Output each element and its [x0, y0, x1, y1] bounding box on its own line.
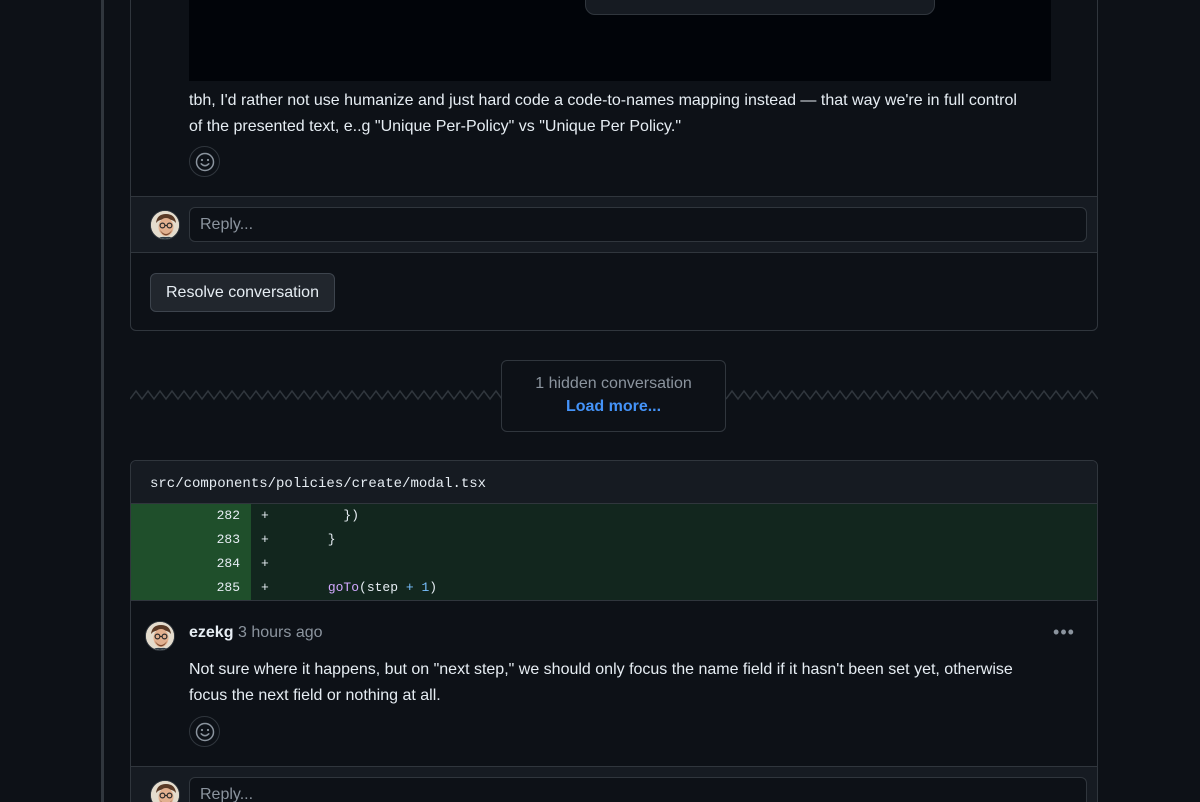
diff-line: 282 + }) [131, 504, 1097, 528]
comment-line: focus the next field or nothing at all. [189, 687, 441, 704]
code-function-token: goTo [327, 580, 360, 595]
author-avatar[interactable] [145, 621, 175, 651]
diff-line: 284 + [131, 552, 1097, 576]
diff-code: }) [281, 508, 360, 523]
diff-hunk: 282 + }) 283 + } 284 + 285 + goTo(step +… [131, 504, 1097, 600]
smiley-icon [195, 152, 214, 171]
comment-line: of the presented text, e..g "Unique Per-… [189, 118, 681, 135]
diff-line: 285 + goTo(step + 1) [131, 576, 1097, 600]
reply-input[interactable] [189, 207, 1087, 242]
screenshot-tooltip-box [585, 0, 935, 15]
zigzag-divider [726, 389, 1098, 401]
hidden-conversations-box: 1 hidden conversation Load more... [501, 360, 726, 432]
review-thread-2: src/components/policies/create/modal.tsx… [130, 460, 1098, 802]
diff-code: goTo(step + 1) [281, 576, 437, 600]
line-number[interactable]: 284 [131, 552, 251, 576]
user-avatar[interactable] [150, 210, 180, 240]
review-thread-1: tbh, I'd rather not use humanize and jus… [130, 0, 1098, 331]
file-path-header[interactable]: src/components/policies/create/modal.tsx [131, 461, 1097, 504]
diff-sign: + [261, 508, 269, 523]
code-token: ) [429, 580, 438, 595]
file-path[interactable]: src/components/policies/create/modal.tsx [150, 476, 486, 492]
hidden-count-label: 1 hidden conversation [535, 375, 692, 392]
diff-line: 283 + } [131, 528, 1097, 552]
hidden-conversations: 1 hidden conversation Load more... [130, 360, 1098, 432]
code-operator-token: + [405, 580, 414, 595]
comment-author[interactable]: ezekg [189, 624, 233, 642]
code-number-token: 1 [413, 580, 430, 595]
line-number[interactable]: 285 [131, 576, 251, 600]
diff-sign: + [261, 556, 269, 571]
timeline-line [101, 0, 104, 802]
add-reaction-button[interactable] [189, 716, 220, 747]
reply-input[interactable] [189, 777, 1087, 802]
resolve-conversation-button[interactable]: Resolve conversation [150, 273, 335, 312]
line-number[interactable]: 282 [131, 504, 251, 528]
smiley-icon [195, 722, 214, 741]
kebab-horizontal-icon[interactable]: ••• [1049, 623, 1079, 647]
code-token: (step [359, 580, 406, 595]
user-avatar[interactable] [150, 780, 180, 802]
line-number[interactable]: 283 [131, 528, 251, 552]
diff-sign: + [261, 580, 269, 595]
comment-line: Not sure where it happens, but on "next … [189, 661, 1013, 678]
add-reaction-button[interactable] [189, 146, 220, 177]
divider [131, 600, 1097, 601]
load-more-link[interactable]: Load more... [502, 398, 725, 416]
diff-code: } [281, 532, 336, 547]
comment-line: tbh, I'd rather not use humanize and jus… [189, 92, 1017, 109]
reply-box [131, 767, 1097, 802]
reply-box [131, 197, 1097, 253]
comment-body: tbh, I'd rather not use humanize and jus… [189, 88, 1079, 140]
comment-body: Not sure where it happens, but on "next … [189, 657, 1079, 709]
diff-sign: + [261, 532, 269, 547]
zigzag-divider [130, 389, 502, 401]
screenshot-attachment[interactable] [189, 0, 1051, 81]
comment-timestamp[interactable]: 3 hours ago [238, 624, 323, 642]
